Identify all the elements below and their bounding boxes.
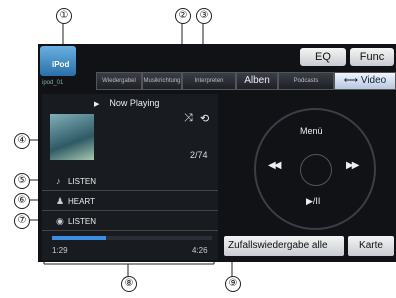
callout-2: ② — [175, 8, 191, 24]
song-title: LISTEN — [68, 177, 97, 186]
album-artwork — [50, 114, 94, 160]
total-time: 4:26 — [192, 246, 208, 255]
source-sub-label: ipod_01 — [42, 80, 64, 86]
now-playing-header: ▶ Now Playing — [94, 98, 159, 108]
callout-8: ⑧ — [121, 276, 137, 292]
menu-button[interactable]: Menü — [300, 126, 323, 136]
callout-4: ④ — [14, 133, 30, 149]
callout-1: ① — [56, 8, 72, 24]
callout-7: ⑦ — [14, 213, 30, 229]
progress-fill — [52, 236, 107, 240]
artist-icon: ♟ — [56, 196, 65, 206]
next-track-button[interactable]: ▶▶ — [346, 160, 359, 171]
album-row: ◉ LISTEN — [42, 214, 218, 231]
callout-5: ⑤ — [14, 173, 30, 189]
note-icon: ♪ — [56, 176, 61, 186]
tab-interpreten[interactable]: Interpreten — [182, 72, 236, 90]
tab-alben[interactable]: Alben — [236, 72, 278, 90]
now-playing-panel: ▶ Now Playing ⤨ ⟲ 2/74 ♪ LISTEN ♟ HEART ◉… — [42, 94, 218, 260]
album-icon: ◉ — [56, 216, 64, 226]
callout-9: ⑨ — [225, 276, 241, 292]
callout-6: ⑥ — [14, 193, 30, 209]
func-button[interactable]: Func — [350, 48, 394, 66]
playback-progress-bar[interactable] — [52, 236, 212, 240]
now-playing-title: Now Playing — [109, 98, 160, 108]
center-button[interactable] — [300, 154, 332, 186]
map-button[interactable]: Karte — [348, 236, 394, 256]
repeat-icon: ⟲ — [200, 113, 210, 125]
artist-row: ♟ HEART — [42, 194, 218, 211]
head-unit-screen: iPod ipod_01 EQ Func Wiedergabel Musikri… — [38, 44, 396, 262]
tab-podcasts[interactable]: Podcasts — [278, 72, 334, 90]
play-triangle-icon: ▶ — [94, 101, 100, 108]
album-title: LISTEN — [68, 217, 97, 226]
tab-video[interactable]: ⟷ Video — [334, 72, 396, 90]
control-wheel: Menü ◀◀ ▶▶ ▶/II — [254, 108, 376, 230]
shuffle-icon: ⤨ — [184, 112, 193, 124]
tab-musikrichtung[interactable]: Musikrichtung — [142, 72, 182, 90]
play-pause-button[interactable]: ▶/II — [306, 196, 320, 207]
source-ipod-button[interactable]: iPod — [40, 46, 76, 76]
eq-button[interactable]: EQ — [300, 48, 346, 66]
elapsed-time: 1:29 — [52, 246, 68, 255]
category-tabs: Wiedergabel Musikrichtung Interpreten Al… — [96, 72, 396, 90]
callout-3: ③ — [196, 8, 212, 24]
shuffle-all-button[interactable]: Zufallswiedergabe alle — [224, 236, 344, 256]
tab-wiedergabeliste[interactable]: Wiedergabel — [96, 72, 142, 90]
source-label: iPod — [52, 60, 70, 69]
artist-name: HEART — [68, 197, 95, 206]
track-number: 2/74 — [190, 150, 208, 160]
song-title-row: ♪ LISTEN — [42, 174, 218, 191]
previous-track-button[interactable]: ◀◀ — [268, 160, 281, 171]
